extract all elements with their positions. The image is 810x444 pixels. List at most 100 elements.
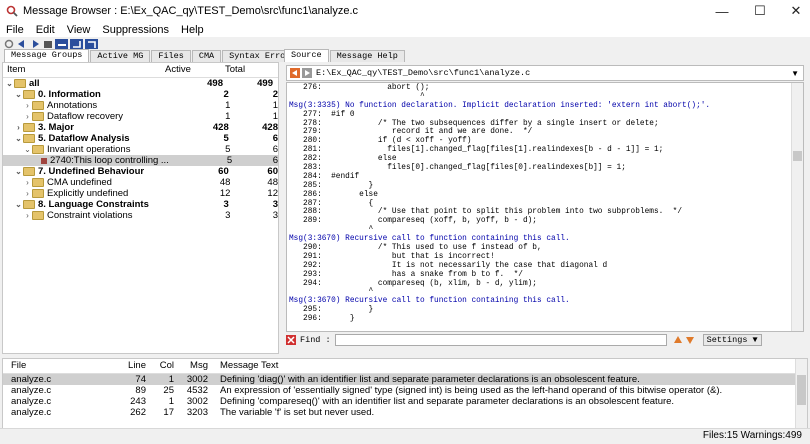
chevron-right-icon[interactable]: ›: [23, 111, 32, 122]
column-file[interactable]: File: [3, 359, 106, 373]
code-line: ^: [289, 226, 374, 235]
maximize-button[interactable]: ☐: [742, 0, 778, 22]
chevron-down-icon[interactable]: ▼: [791, 69, 799, 78]
cell-col: 1: [168, 396, 174, 407]
code-scrollbar[interactable]: [791, 83, 803, 331]
home-icon[interactable]: [42, 39, 53, 49]
tree-row-label: 3. Major: [38, 122, 74, 133]
column-msg[interactable]: Msg: [174, 359, 208, 373]
diagnostic-message-line[interactable]: Msg(3:3670) Recursive call to function c…: [289, 297, 803, 306]
chevron-right-icon[interactable]: ›: [23, 188, 32, 199]
cell-message-text: Defining 'diag()' with an identifier lis…: [220, 374, 640, 385]
minimize-button[interactable]: —: [704, 0, 740, 22]
tree-row-active: 3: [225, 210, 231, 221]
column-col[interactable]: Col: [146, 359, 174, 373]
tree-row-label: Explicitly undefined: [47, 188, 129, 199]
tab-source[interactable]: Source: [284, 49, 329, 62]
tree-row[interactable]: › Constraint violations 3 3: [3, 210, 278, 221]
table-row[interactable]: analyze.c 74 1 3002 Defining 'diag()' with a…: [3, 374, 807, 385]
collapse-icon[interactable]: [55, 38, 68, 49]
chevron-down-icon[interactable]: ⌄: [14, 199, 23, 210]
menu-file[interactable]: File: [0, 24, 30, 36]
tree-row-label: CMA undefined: [47, 177, 112, 188]
close-icon[interactable]: [286, 335, 296, 345]
tree-row[interactable]: ⌄ all 498 499: [3, 78, 278, 89]
code-line: 282: else: [289, 155, 397, 164]
cell-col: 25: [163, 385, 174, 396]
diagnostic-message-line[interactable]: Msg(3:3670) Recursive call to function c…: [289, 235, 803, 244]
tab-message-help[interactable]: Message Help: [329, 50, 405, 62]
expand-icon[interactable]: [70, 38, 83, 49]
tree-row-label: all: [29, 78, 40, 89]
settings-button[interactable]: Settings ▼: [702, 334, 762, 346]
menu-view[interactable]: View: [61, 24, 97, 36]
find-bar: Find : Settings ▼: [286, 333, 802, 347]
tree-header: Item Active Total: [3, 63, 278, 78]
menu-suppressions[interactable]: Suppressions: [96, 24, 175, 36]
column-item[interactable]: Item: [3, 63, 161, 77]
arrow-up-icon[interactable]: [673, 335, 683, 345]
tab-message-groups[interactable]: Message Groups: [4, 49, 90, 62]
tree-row[interactable]: ⌄ Invariant operations 5 6: [3, 144, 278, 155]
window-title: Message Browser : E:\Ex_QAC_qy\TEST_Demo…: [23, 5, 359, 17]
tab-cma[interactable]: CMA: [191, 50, 222, 62]
message-table: File Line Col Msg Message Text # analyze…: [2, 358, 808, 430]
table-row[interactable]: analyze.c 262 17 3203 The variable 'f' is se…: [3, 407, 807, 418]
arrow-down-icon[interactable]: [685, 335, 695, 345]
chevron-right-icon[interactable]: ›: [23, 177, 32, 188]
chevron-down-icon[interactable]: ⌄: [14, 89, 23, 100]
tree-row[interactable]: ⌄ 0. Information 2 2: [3, 89, 278, 100]
message-scrollbar[interactable]: [795, 359, 807, 429]
folder-icon: [23, 200, 35, 209]
tab-active-mg[interactable]: Active MG: [90, 50, 151, 62]
code-line: 285: }: [289, 181, 374, 190]
tree-row-total: 6: [272, 155, 278, 166]
forward-arrow-icon[interactable]: [29, 39, 40, 49]
back-icon[interactable]: [290, 68, 300, 78]
tree-row[interactable]: ⌄ 8. Language Constraints 3 3: [3, 199, 278, 210]
tree-row[interactable]: › Explicitly undefined 12 12: [3, 188, 278, 199]
chevron-down-icon[interactable]: ⌄: [23, 144, 32, 155]
table-row[interactable]: analyze.c 243 1 3002 Defining 'compareseq()'…: [3, 396, 807, 407]
chevron-down-icon[interactable]: ⌄: [14, 166, 23, 177]
title-bar: Message Browser : E:\Ex_QAC_qy\TEST_Demo…: [0, 0, 810, 22]
tree-row[interactable]: 2740:This loop controlling ... 5 6: [3, 155, 278, 166]
tree-row[interactable]: ⌄ 5. Dataflow Analysis 5 6: [3, 133, 278, 144]
column-active[interactable]: Active: [161, 63, 221, 77]
tree-row-total: 499: [257, 78, 273, 89]
menu-edit[interactable]: Edit: [30, 24, 61, 36]
chevron-right-icon[interactable]: ›: [23, 100, 32, 111]
tree-row-label: 8. Language Constraints: [38, 199, 149, 210]
code-line: 291: but that is incorrect!: [289, 252, 495, 261]
code-line: 286: else: [289, 190, 378, 199]
source-code-view[interactable]: 276: abort (); ^ Msg(3:3335) No function …: [286, 82, 804, 332]
find-input[interactable]: [334, 334, 667, 346]
column-total[interactable]: Total: [221, 63, 275, 77]
menu-help[interactable]: Help: [175, 24, 210, 36]
close-button[interactable]: ✕: [778, 0, 810, 22]
column-line[interactable]: Line: [106, 359, 146, 373]
tree-row-total: 6: [272, 133, 278, 144]
tree-row-total: 60: [267, 166, 278, 177]
code-line: 278: /* The two subsequences differ by a…: [289, 119, 659, 128]
tree-row[interactable]: › 3. Major 428 428: [3, 122, 278, 133]
chevron-right-icon[interactable]: ›: [14, 122, 23, 133]
filter-icon[interactable]: [85, 38, 98, 49]
chevron-down-icon[interactable]: ⌄: [14, 133, 23, 144]
cell-message-text: The variable 'f' is set but never used.: [220, 407, 375, 418]
tab-files[interactable]: Files: [151, 50, 191, 62]
back-arrow-icon[interactable]: [16, 39, 27, 49]
tree-row[interactable]: › CMA undefined 48 48: [3, 177, 278, 188]
message-group-tree: Item Active Total ⌄ all 498 499 ⌄ 0. Informat…: [2, 62, 279, 354]
tree-row[interactable]: › Annotations 1 1: [3, 100, 278, 111]
forward-icon[interactable]: [302, 68, 312, 78]
refresh-icon[interactable]: [3, 39, 14, 49]
chevron-down-icon[interactable]: ⌄: [5, 78, 14, 89]
tree-row[interactable]: ⌄ 7. Undefined Behaviour 60 60: [3, 166, 278, 177]
chevron-right-icon[interactable]: ›: [23, 210, 32, 221]
column-message-text[interactable]: Message Text: [208, 359, 780, 373]
tree-row[interactable]: › Dataflow recovery 1 1: [3, 111, 278, 122]
code-line: ^: [289, 288, 374, 297]
diagnostic-message-line[interactable]: Msg(3:3335) No function declaration. Imp…: [289, 102, 803, 111]
table-row[interactable]: analyze.c 89 25 4532 An expression of 'essen…: [3, 385, 807, 396]
